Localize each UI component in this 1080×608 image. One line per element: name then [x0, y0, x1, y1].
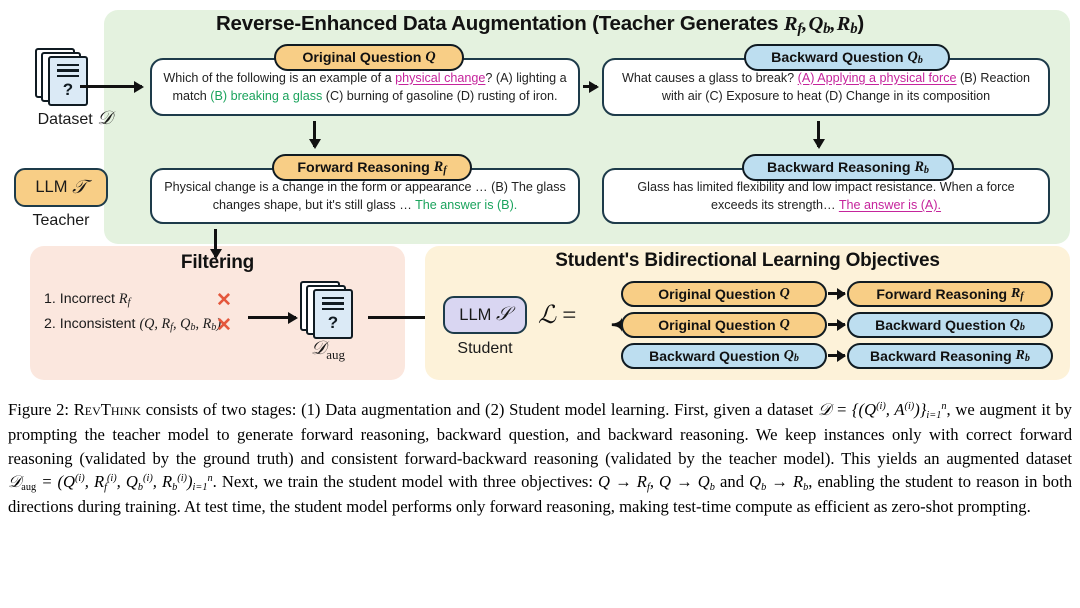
forward-reasoning-text: Physical change is a change in the form … — [164, 179, 566, 212]
backward-reasoning-pill: Backward Reasoning Rb — [742, 154, 954, 181]
objective-row1-arrow — [828, 292, 845, 295]
filtering-cross-icon-2: ✕ — [216, 315, 232, 336]
backward-question-pill: Backward Question Qb — [744, 44, 950, 71]
backward-reasoning-text: Glass has limited flexibility and low im… — [637, 179, 1015, 212]
filtering-cross-icon-1: ✕ — [216, 290, 232, 311]
caption-part1: consists of two stages: (1) Data augment… — [145, 400, 814, 419]
backward-question-text: What causes a glass to break? (A) Applyi… — [621, 70, 1031, 103]
original-question-pill: Original Question Q — [274, 44, 464, 71]
stage1-title-suffix: ) — [857, 12, 865, 35]
arrow-filtering-to-daug — [248, 316, 296, 319]
original-question-text: Which of the following is an example of … — [163, 70, 567, 103]
objective-row1-target: Forward Reasoning Rf — [847, 281, 1053, 307]
stage1-title: Reverse-Enhanced Data Augmentation (Teac… — [215, 12, 865, 38]
objective-row2-target: Backward Question Qb — [847, 312, 1053, 338]
filtering-title: Filtering — [180, 252, 255, 273]
method-name: RevThink — [73, 400, 141, 419]
objective-row1-source: Original Question Q — [621, 281, 827, 307]
dataset-document-stack-icon: ? — [35, 48, 91, 106]
figure-number: Figure 2: — [8, 400, 69, 419]
objective-row3-target: Backward Reasoning Rb — [847, 343, 1053, 369]
loss-brace: { — [602, 274, 622, 378]
llm-student-box: LLM 𝒮 — [443, 296, 527, 334]
filtering-item-1: 1. Incorrect Rf — [44, 291, 131, 309]
dataset-caption: Dataset 𝒟 — [37, 108, 113, 129]
figure-caption: Figure 2: RevThink consists of two stage… — [8, 400, 1073, 516]
objective-row2-arrow — [828, 323, 845, 326]
forward-reasoning-pill: Forward Reasoning Rf — [272, 154, 472, 181]
stage1-title-prefix: Reverse-Enhanced Data Augmentation (Teac… — [215, 12, 784, 35]
objective-row3-source: Backward Question Qb — [621, 343, 827, 369]
augmented-dataset-document-stack-icon: ? — [300, 281, 356, 339]
filtering-item-2: 2. Inconsistent (Q, Rf, Qb, Rb) — [44, 316, 222, 334]
llm-teacher-box: LLM 𝒯 — [14, 168, 108, 207]
teacher-caption: Teacher — [32, 212, 90, 229]
objective-row3-arrow — [828, 354, 845, 357]
objective-row2-source: Original Question Q — [621, 312, 827, 338]
student-caption: Student — [457, 340, 513, 357]
objectives-title: Student's Bidirectional Learning Objecti… — [555, 250, 940, 271]
arrow-backward-question-to-backward-reasoning — [817, 121, 820, 147]
augmented-dataset-caption: 𝒟aug — [311, 338, 345, 362]
arrow-question-to-backward-question — [583, 85, 597, 88]
loss-equation: ℒ = — [538, 302, 577, 329]
caption-part3: . Next, we train the student model with … — [212, 471, 593, 491]
arrow-dataset-to-question — [80, 85, 142, 88]
arrow-question-to-forward-reasoning — [313, 121, 316, 147]
